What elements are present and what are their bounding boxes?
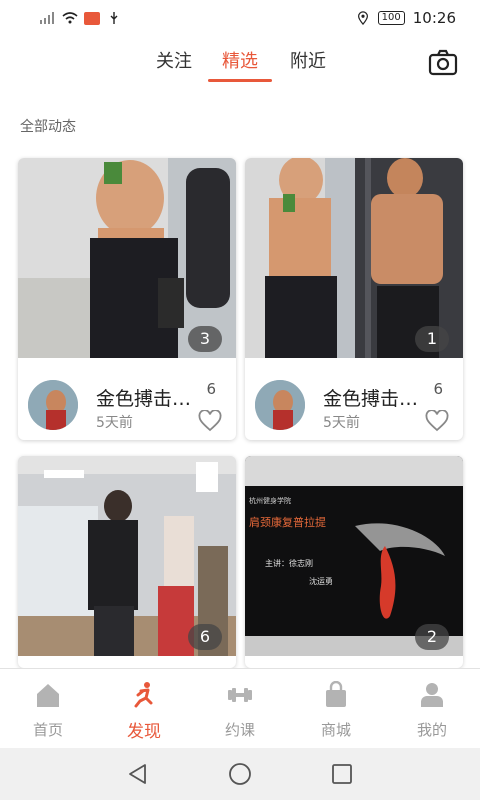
nav-label: 约课 (224, 721, 255, 739)
recents-icon[interactable] (330, 762, 354, 786)
post-info: 金色搏击… 5天前 6 (245, 358, 463, 440)
nav-profile[interactable]: 我的 (384, 669, 480, 748)
nav-shop[interactable]: 商城 (288, 669, 384, 748)
system-nav-bar (0, 748, 480, 800)
nav-home[interactable]: 首页 (0, 669, 96, 748)
tab-nearby[interactable]: 附近 (276, 50, 340, 82)
post-image[interactable]: 6 (18, 456, 236, 656)
shopping-bag-icon (326, 681, 346, 707)
running-icon (134, 682, 153, 708)
avatar[interactable] (255, 380, 305, 430)
wifi-icon (62, 12, 78, 24)
home-button-icon[interactable] (228, 762, 252, 786)
person-icon (421, 683, 443, 707)
post-image[interactable]: 3 (18, 158, 236, 358)
post-info: 金色搏击… 5天前 6 (18, 358, 236, 440)
back-icon[interactable] (126, 762, 150, 786)
status-time: 10:26 (412, 9, 456, 27)
tab-following[interactable]: 关注 (142, 50, 206, 82)
dumbbell-icon (228, 688, 252, 702)
image-count-badge: 3 (188, 326, 222, 352)
post-time: 5天前 (323, 415, 360, 431)
image-count-badge: 1 (415, 326, 449, 352)
post-image[interactable]: 1 (245, 158, 463, 358)
post-card[interactable]: 3 金色搏击… 5天前 6 (18, 158, 236, 440)
post-card[interactable]: 6 (18, 456, 236, 668)
status-left (40, 11, 122, 25)
slide-school: 杭州健身学院 (249, 496, 291, 505)
heart-icon[interactable] (425, 410, 449, 432)
post-time: 5天前 (96, 415, 133, 431)
section-label: 全部动态 (0, 100, 480, 148)
avatar[interactable] (28, 380, 78, 430)
status-bar: 100 10:26 (0, 0, 480, 36)
battery-indicator: 100 (377, 11, 405, 25)
post-card[interactable]: 1 金色搏击… 5天前 6 (245, 158, 463, 440)
nav-label: 商城 (320, 721, 351, 739)
heart-icon[interactable] (198, 410, 222, 432)
nav-label: 首页 (32, 721, 63, 739)
bottom-nav: 首页 发现 约课 商城 我的 (0, 668, 480, 748)
app-notification-icon (84, 11, 100, 25)
nav-classes[interactable]: 约课 (192, 669, 288, 748)
image-count-badge: 2 (415, 624, 449, 650)
nav-label: 我的 (416, 721, 447, 739)
username[interactable]: 金色搏击… (323, 384, 423, 411)
camera-icon[interactable] (428, 48, 458, 78)
slide-title: 肩颈康复普拉提 (249, 515, 326, 529)
like-count: 6 (206, 380, 216, 398)
screen: 100 10:26 关注 精选 附近 全部动态 3 金色搏击… 5天前 6 1 … (0, 0, 480, 800)
slide-lecturer-2: 沈运勇 (309, 576, 333, 586)
usb-icon (110, 12, 118, 24)
post-image[interactable]: 杭州健身学院 肩颈康复普拉提 主讲：徐志刚 沈运勇 2 (245, 456, 463, 656)
home-icon (37, 684, 59, 707)
location-icon (357, 11, 368, 25)
like-count: 6 (433, 380, 443, 398)
post-card[interactable]: 杭州健身学院 肩颈康复普拉提 主讲：徐志刚 沈运勇 2 (245, 456, 463, 668)
tab-featured[interactable]: 精选 (208, 50, 272, 82)
signal-icon (40, 12, 54, 24)
top-tabs: 关注 精选 附近 (0, 36, 480, 100)
nav-discover[interactable]: 发现 (96, 669, 192, 748)
status-right: 100 10:26 (356, 9, 456, 27)
image-count-badge: 6 (188, 624, 222, 650)
nav-label: 发现 (127, 722, 161, 742)
username[interactable]: 金色搏击… (96, 384, 196, 411)
slide-lecturer: 主讲：徐志刚 (265, 558, 313, 568)
